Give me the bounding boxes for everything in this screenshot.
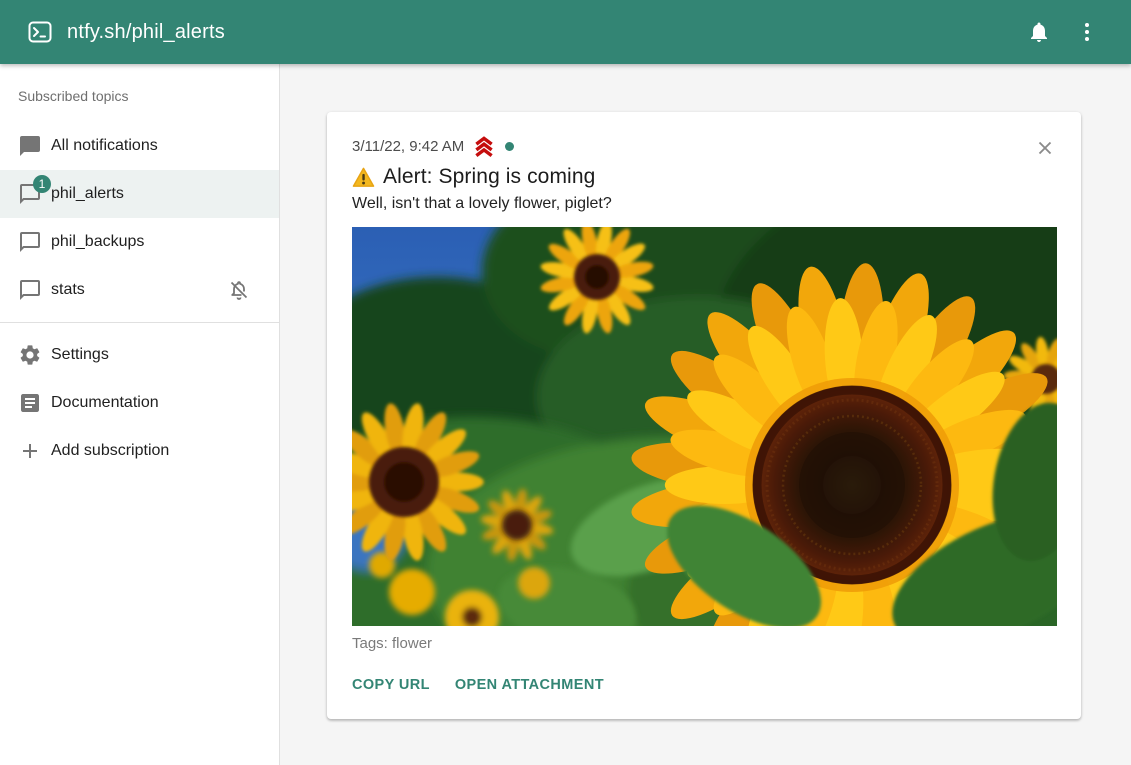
chat-bubble-filled-icon [18, 134, 42, 158]
copy-url-button[interactable]: COPY URL [352, 677, 430, 693]
priority-max-icon [472, 136, 496, 157]
main-content: 3/11/22, 9:42 AM Alert: Spring is coming… [281, 64, 1131, 765]
open-attachment-button[interactable]: OPEN ATTACHMENT [455, 677, 604, 693]
notifications-off-icon [227, 278, 251, 302]
bell-icon [1027, 20, 1051, 44]
sidebar-item-label: Add subscription [51, 442, 263, 460]
sidebar-item-label: phil_alerts [51, 185, 263, 203]
sidebar: Subscribed topics All notifications 1 ph… [0, 64, 280, 765]
article-icon [18, 391, 42, 415]
kebab-menu-icon [1075, 20, 1099, 44]
app-bar: ntfy.sh/phil_alerts [0, 0, 1131, 64]
sidebar-item-add-subscription[interactable]: Add subscription [0, 427, 279, 475]
sidebar-item-documentation[interactable]: Documentation [0, 379, 279, 427]
attachment-image[interactable] [352, 227, 1057, 626]
sidebar-item-label: Documentation [51, 394, 263, 412]
tags-label: Tags: flower [352, 635, 1056, 652]
gear-icon [18, 343, 42, 367]
notification-title-text: Alert: Spring is coming [383, 165, 595, 189]
sidebar-item-label: All notifications [51, 137, 263, 155]
chat-bubble-outline-icon [18, 278, 42, 302]
sidebar-item-settings[interactable]: Settings [0, 331, 279, 379]
plus-icon [18, 439, 42, 463]
sidebar-item-all-notifications[interactable]: All notifications [0, 122, 279, 170]
notification-meta: 3/11/22, 9:42 AM [352, 136, 1056, 157]
sidebar-item-label: Settings [51, 346, 263, 364]
sidebar-item-stats[interactable]: stats [0, 266, 279, 314]
overflow-menu-button[interactable] [1063, 8, 1111, 56]
unread-dot [505, 142, 514, 151]
terminal-icon [28, 21, 52, 43]
sidebar-item-label: phil_backups [51, 233, 263, 251]
notification-card: 3/11/22, 9:42 AM Alert: Spring is coming… [327, 112, 1081, 719]
warning-triangle-icon [352, 167, 375, 188]
notification-title: Alert: Spring is coming [352, 165, 1056, 189]
close-notification-button[interactable] [1031, 134, 1059, 162]
notifications-button[interactable] [1015, 8, 1063, 56]
subscribed-topics-label: Subscribed topics [0, 64, 279, 122]
sidebar-item-phil-alerts[interactable]: 1 phil_alerts [0, 170, 279, 218]
notification-body: Well, isn't that a lovely flower, piglet… [352, 195, 1056, 213]
sidebar-item-label: stats [51, 281, 227, 299]
unread-count-badge: 1 [33, 175, 51, 193]
chat-bubble-outline-icon [18, 230, 42, 254]
sidebar-item-phil-backups[interactable]: phil_backups [0, 218, 279, 266]
notification-actions: COPY URL OPEN ATTACHMENT [352, 677, 1056, 693]
timestamp: 3/11/22, 9:42 AM [352, 138, 464, 155]
page-title: ntfy.sh/phil_alerts [67, 21, 225, 44]
close-icon [1034, 137, 1056, 159]
